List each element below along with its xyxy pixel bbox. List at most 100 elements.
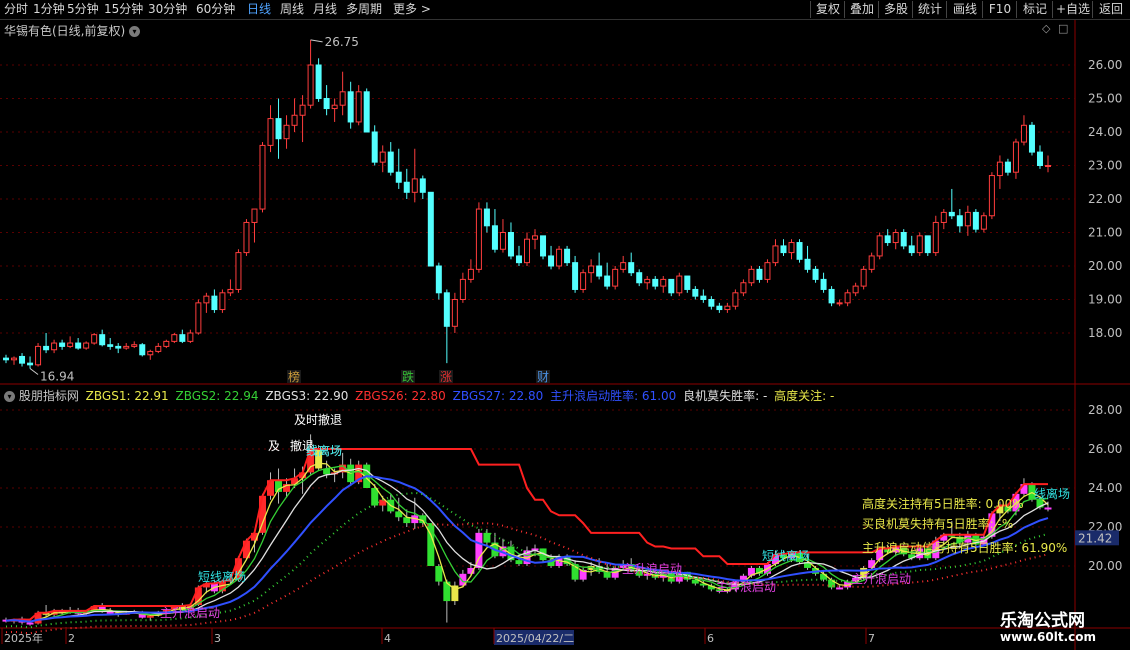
candle-body <box>988 175 995 217</box>
x-axis-label: 2025年 <box>4 631 43 645</box>
candle-body <box>227 288 234 294</box>
candle-body <box>243 221 250 254</box>
x-axis-label: 7 <box>868 632 875 645</box>
main-y-tick: 19.00 <box>1088 293 1122 307</box>
candle-body <box>548 255 555 267</box>
candle-body <box>3 357 9 361</box>
candle-body <box>668 278 675 294</box>
candle-body <box>275 118 282 140</box>
candle-body <box>892 232 899 244</box>
candle-body <box>291 114 298 126</box>
stat-text: 主升浪启动信号持有5日胜率: 61.90% <box>862 540 1067 555</box>
candle-body <box>596 265 603 277</box>
candle-body <box>732 292 739 307</box>
indicator-y-tick: 24.00 <box>1088 481 1122 495</box>
candle-body <box>259 144 266 210</box>
candle-body <box>27 362 34 366</box>
candle-body <box>804 258 811 270</box>
candle-body <box>612 268 619 287</box>
candle-body <box>203 295 210 304</box>
candle-body <box>844 292 851 304</box>
main-y-tick: 21.00 <box>1088 226 1122 240</box>
candle-body <box>524 238 530 264</box>
signal-label: 线离场 <box>306 443 342 458</box>
candle-body <box>443 292 450 327</box>
candle-body <box>283 124 290 140</box>
candle-body <box>339 91 346 106</box>
candle-body <box>371 131 378 163</box>
candle-body <box>1004 161 1011 173</box>
candle-body <box>636 272 643 284</box>
candle-body <box>99 334 106 346</box>
candle-body <box>580 272 587 290</box>
candle-body <box>467 268 474 280</box>
candle-body <box>155 345 162 352</box>
candle-body <box>644 278 651 284</box>
low-label: 16.94 <box>40 370 74 384</box>
indicator-candle-body <box>820 573 828 580</box>
indicator-candle-body <box>26 622 34 625</box>
candle-body <box>788 242 795 254</box>
candle-body <box>219 292 226 311</box>
candle-body <box>660 278 667 287</box>
candle-body <box>347 91 354 123</box>
candle-body <box>299 104 306 116</box>
candle-body <box>411 178 418 193</box>
candle-body <box>419 178 426 193</box>
candle-body <box>115 345 122 349</box>
candle-body <box>708 299 715 307</box>
candle-body <box>820 278 827 290</box>
candle-body <box>628 262 635 274</box>
indicator-candle-body <box>258 495 266 533</box>
candle-body <box>19 355 26 364</box>
candle-body <box>35 345 42 366</box>
candle-body <box>91 334 98 344</box>
candle-body <box>355 91 362 123</box>
candle-body <box>764 262 771 280</box>
candle-body <box>387 151 394 173</box>
candle-body <box>676 275 683 294</box>
candle-body <box>195 302 202 334</box>
x-axis-label: 3 <box>214 632 221 645</box>
candle-body <box>852 285 859 294</box>
candle-body <box>836 302 843 305</box>
candle-body <box>876 235 883 257</box>
event-marker: 财 <box>537 370 549 384</box>
candle-body <box>83 342 90 349</box>
candle-body <box>59 342 66 347</box>
candle-body <box>1020 124 1027 143</box>
signal-label: 及 <box>268 439 280 453</box>
indicator-candle-body <box>146 615 154 618</box>
indicator-y-tick: 28.00 <box>1088 403 1122 417</box>
candle-body <box>572 262 579 290</box>
signal-label: 主升浪启动 <box>622 561 682 576</box>
signal-label-right: 线离场 <box>1034 486 1070 501</box>
candle-body <box>67 342 74 347</box>
indicator-candle-body <box>515 560 523 565</box>
indicator-candle-body <box>267 480 275 496</box>
high-pointer <box>310 39 323 43</box>
candle-body <box>692 288 699 297</box>
zbgs26-line <box>5 448 1048 622</box>
candle-body <box>956 215 963 227</box>
candle-body <box>475 208 482 270</box>
candle-body <box>900 232 907 247</box>
signal-label: 主升浪启动 <box>851 571 911 586</box>
stat-text: 买良机莫失持有5日胜率: -% <box>862 516 1013 531</box>
candle-body <box>451 299 458 327</box>
candle-body <box>427 191 434 267</box>
candle-body <box>171 334 178 342</box>
candle-body <box>772 245 779 264</box>
candle-body <box>395 171 402 183</box>
indicator-candle-body <box>836 587 844 590</box>
candle-body <box>980 215 987 230</box>
current-value-label: 21.42 <box>1078 531 1112 545</box>
candle-body <box>315 64 322 99</box>
candle-body <box>43 345 50 351</box>
candle-body <box>363 91 370 133</box>
candle-body <box>187 332 194 342</box>
candle-body <box>1012 141 1019 173</box>
candle-body <box>540 235 547 257</box>
x-axis-label: 2025/04/22/二 <box>496 632 574 645</box>
candle-body <box>588 265 595 274</box>
